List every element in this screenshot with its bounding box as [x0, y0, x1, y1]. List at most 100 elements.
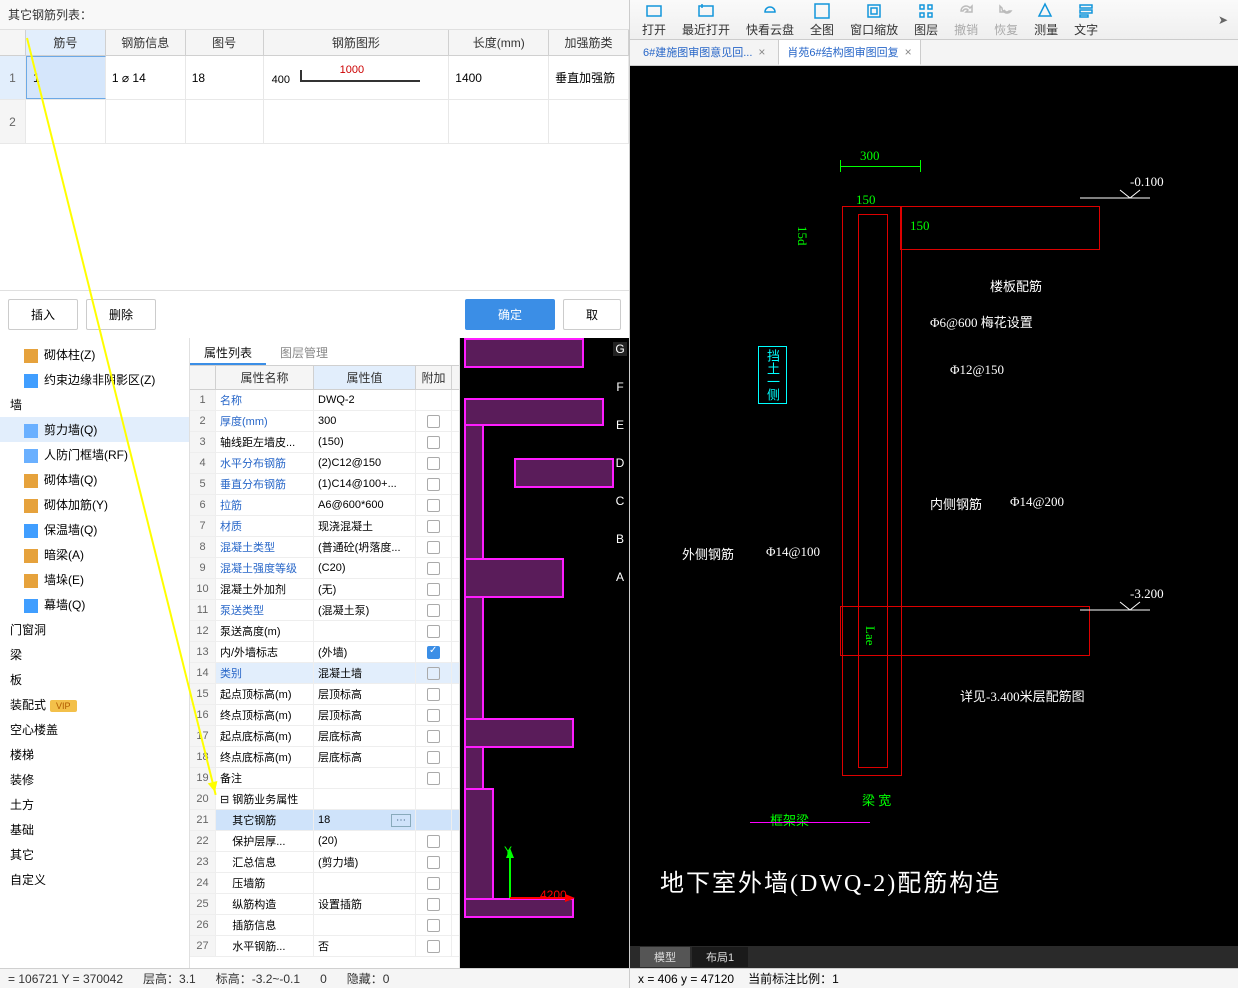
cell-info[interactable]: 1 ⌀ 14 [106, 56, 186, 99]
property-row[interactable]: 27 水平钢筋...否 [190, 936, 459, 957]
property-row[interactable]: 4水平分布钢筋(2)C12@150 [190, 453, 459, 474]
tree-item[interactable]: 人防门框墙(RF) [0, 442, 189, 467]
col-shape[interactable]: 钢筋图形 [264, 30, 450, 55]
drawing-tab[interactable]: 6#建施图审图意见回...× [634, 39, 774, 65]
tab-layers[interactable]: 图层管理 [266, 338, 342, 365]
cell-tuhao[interactable]: 18 [186, 56, 264, 99]
close-icon[interactable]: × [905, 45, 912, 59]
checkbox[interactable] [427, 625, 440, 638]
toolbar-打开[interactable]: 打开 [634, 0, 674, 40]
property-row[interactable]: 8混凝土类型(普通砼(坍落度... [190, 537, 459, 558]
checkbox[interactable] [427, 478, 440, 491]
property-row[interactable]: 21 其它钢筋18⋯ [190, 810, 459, 831]
property-row[interactable]: 5垂直分布钢筋(1)C14@100+... [190, 474, 459, 495]
checkbox[interactable] [427, 919, 440, 932]
col-jiaqiang[interactable]: 加强筋类 [549, 30, 629, 55]
row-header[interactable]: 2 [0, 100, 26, 143]
checkbox[interactable] [427, 604, 440, 617]
tree-item[interactable]: 门窗洞 [0, 617, 189, 642]
toolbar-图层[interactable]: 图层 [906, 0, 946, 40]
checkbox[interactable] [427, 646, 440, 659]
tree-item[interactable]: 梁 [0, 642, 189, 667]
tree-item[interactable]: 砌体加筋(Y) [0, 492, 189, 517]
checkbox[interactable] [427, 877, 440, 890]
cell-shape[interactable]: 400 1000 [264, 56, 450, 99]
property-row[interactable]: 15起点顶标高(m)层顶标高 [190, 684, 459, 705]
tree-item[interactable]: 剪力墙(Q) [0, 417, 189, 442]
property-row[interactable]: 22 保护层厚...(20) [190, 831, 459, 852]
tree-item[interactable]: 装修 [0, 767, 189, 792]
tree-item[interactable]: 基础 [0, 817, 189, 842]
property-row[interactable]: 11泵送类型(混凝土泵) [190, 600, 459, 621]
property-row[interactable]: 18终点底标高(m)层底标高 [190, 747, 459, 768]
property-row[interactable]: 3轴线距左墙皮...(150) [190, 432, 459, 453]
property-row[interactable]: 13内/外墙标志(外墙) [190, 642, 459, 663]
toolbar-快看云盘[interactable]: 快看云盘 [738, 0, 802, 40]
checkbox[interactable] [427, 730, 440, 743]
property-row[interactable]: 26 插筋信息 [190, 915, 459, 936]
property-row[interactable]: 14类别混凝土墙 [190, 663, 459, 684]
tree-item[interactable]: 保温墙(Q) [0, 517, 189, 542]
tree-item[interactable]: 楼梯 [0, 742, 189, 767]
property-row[interactable]: 19备注 [190, 768, 459, 789]
drawing-tab[interactable]: 肖苑6#结构图审图回复× [778, 39, 920, 65]
cell-length[interactable]: 1400 [449, 56, 549, 99]
checkbox[interactable] [427, 751, 440, 764]
tree-item[interactable]: 砌体柱(Z) [0, 342, 189, 367]
checkbox[interactable] [427, 709, 440, 722]
col-tuhao[interactable]: 图号 [186, 30, 264, 55]
property-row[interactable]: 20⊟ 钢筋业务属性 [190, 789, 459, 810]
tab-model[interactable]: 模型 [640, 947, 690, 967]
left-cad-viewport[interactable]: Y 4200 G F E D C B A [460, 338, 629, 968]
cad-viewport[interactable]: 300 150 150 15d 挡土一侧 楼板配筋 Φ6@600 梅花设置 Φ1… [630, 66, 1238, 946]
property-row[interactable]: 10混凝土外加剂(无) [190, 579, 459, 600]
col-info[interactable]: 钢筋信息 [106, 30, 186, 55]
property-row[interactable]: 7材质现浇混凝土 [190, 516, 459, 537]
tree-item[interactable]: 其它 [0, 842, 189, 867]
delete-button[interactable]: 删除 [86, 299, 156, 330]
property-row[interactable]: 9混凝土强度等级(C20) [190, 558, 459, 579]
tree-item[interactable]: 约束边缘非阴影区(Z) [0, 367, 189, 392]
tree-item[interactable]: 自定义 [0, 867, 189, 892]
checkbox[interactable] [427, 898, 440, 911]
toolbar-文字[interactable]: 文字 [1066, 0, 1106, 40]
checkbox[interactable] [427, 667, 440, 680]
checkbox[interactable] [427, 772, 440, 785]
checkbox[interactable] [427, 436, 440, 449]
toolbar-测量[interactable]: 测量 [1026, 0, 1066, 40]
property-row[interactable]: 24 压墙筋 [190, 873, 459, 894]
property-row[interactable]: 2厚度(mm)300 [190, 411, 459, 432]
toolbar-more-icon[interactable]: ➤ [1212, 13, 1234, 27]
cell-jinhao[interactable]: 1 [26, 56, 106, 99]
property-row[interactable]: 16终点顶标高(m)层顶标高 [190, 705, 459, 726]
property-row[interactable]: 1名称DWQ-2 [190, 390, 459, 411]
property-row[interactable]: 17起点底标高(m)层底标高 [190, 726, 459, 747]
insert-button[interactable]: 插入 [8, 299, 78, 330]
tree-item[interactable]: 墙 [0, 392, 189, 417]
checkbox[interactable] [427, 499, 440, 512]
property-row[interactable]: 12泵送高度(m) [190, 621, 459, 642]
tree-item[interactable]: 暗梁(A) [0, 542, 189, 567]
checkbox[interactable] [427, 856, 440, 869]
tree-item[interactable]: 装配式VIP [0, 692, 189, 717]
close-icon[interactable]: × [758, 45, 765, 59]
tree-item[interactable]: 空心楼盖 [0, 717, 189, 742]
checkbox[interactable] [427, 457, 440, 470]
tree-item[interactable]: 板 [0, 667, 189, 692]
cancel-button[interactable]: 取 [563, 299, 621, 330]
tree-item[interactable]: 墙垛(E) [0, 567, 189, 592]
tree-item[interactable]: 土方 [0, 792, 189, 817]
checkbox[interactable] [427, 541, 440, 554]
checkbox[interactable] [427, 583, 440, 596]
toolbar-最近打开[interactable]: 最近打开 [674, 0, 738, 40]
property-row[interactable]: 23 汇总信息(剪力墙) [190, 852, 459, 873]
checkbox[interactable] [427, 562, 440, 575]
checkbox[interactable] [427, 835, 440, 848]
property-row[interactable]: 6拉筋A6@600*600 [190, 495, 459, 516]
checkbox[interactable] [427, 940, 440, 953]
checkbox[interactable] [427, 688, 440, 701]
ok-button[interactable]: 确定 [465, 299, 555, 330]
row-header[interactable]: 1 [0, 56, 26, 99]
ellipsis-button[interactable]: ⋯ [391, 814, 411, 827]
tree-item[interactable]: 砌体墙(Q) [0, 467, 189, 492]
